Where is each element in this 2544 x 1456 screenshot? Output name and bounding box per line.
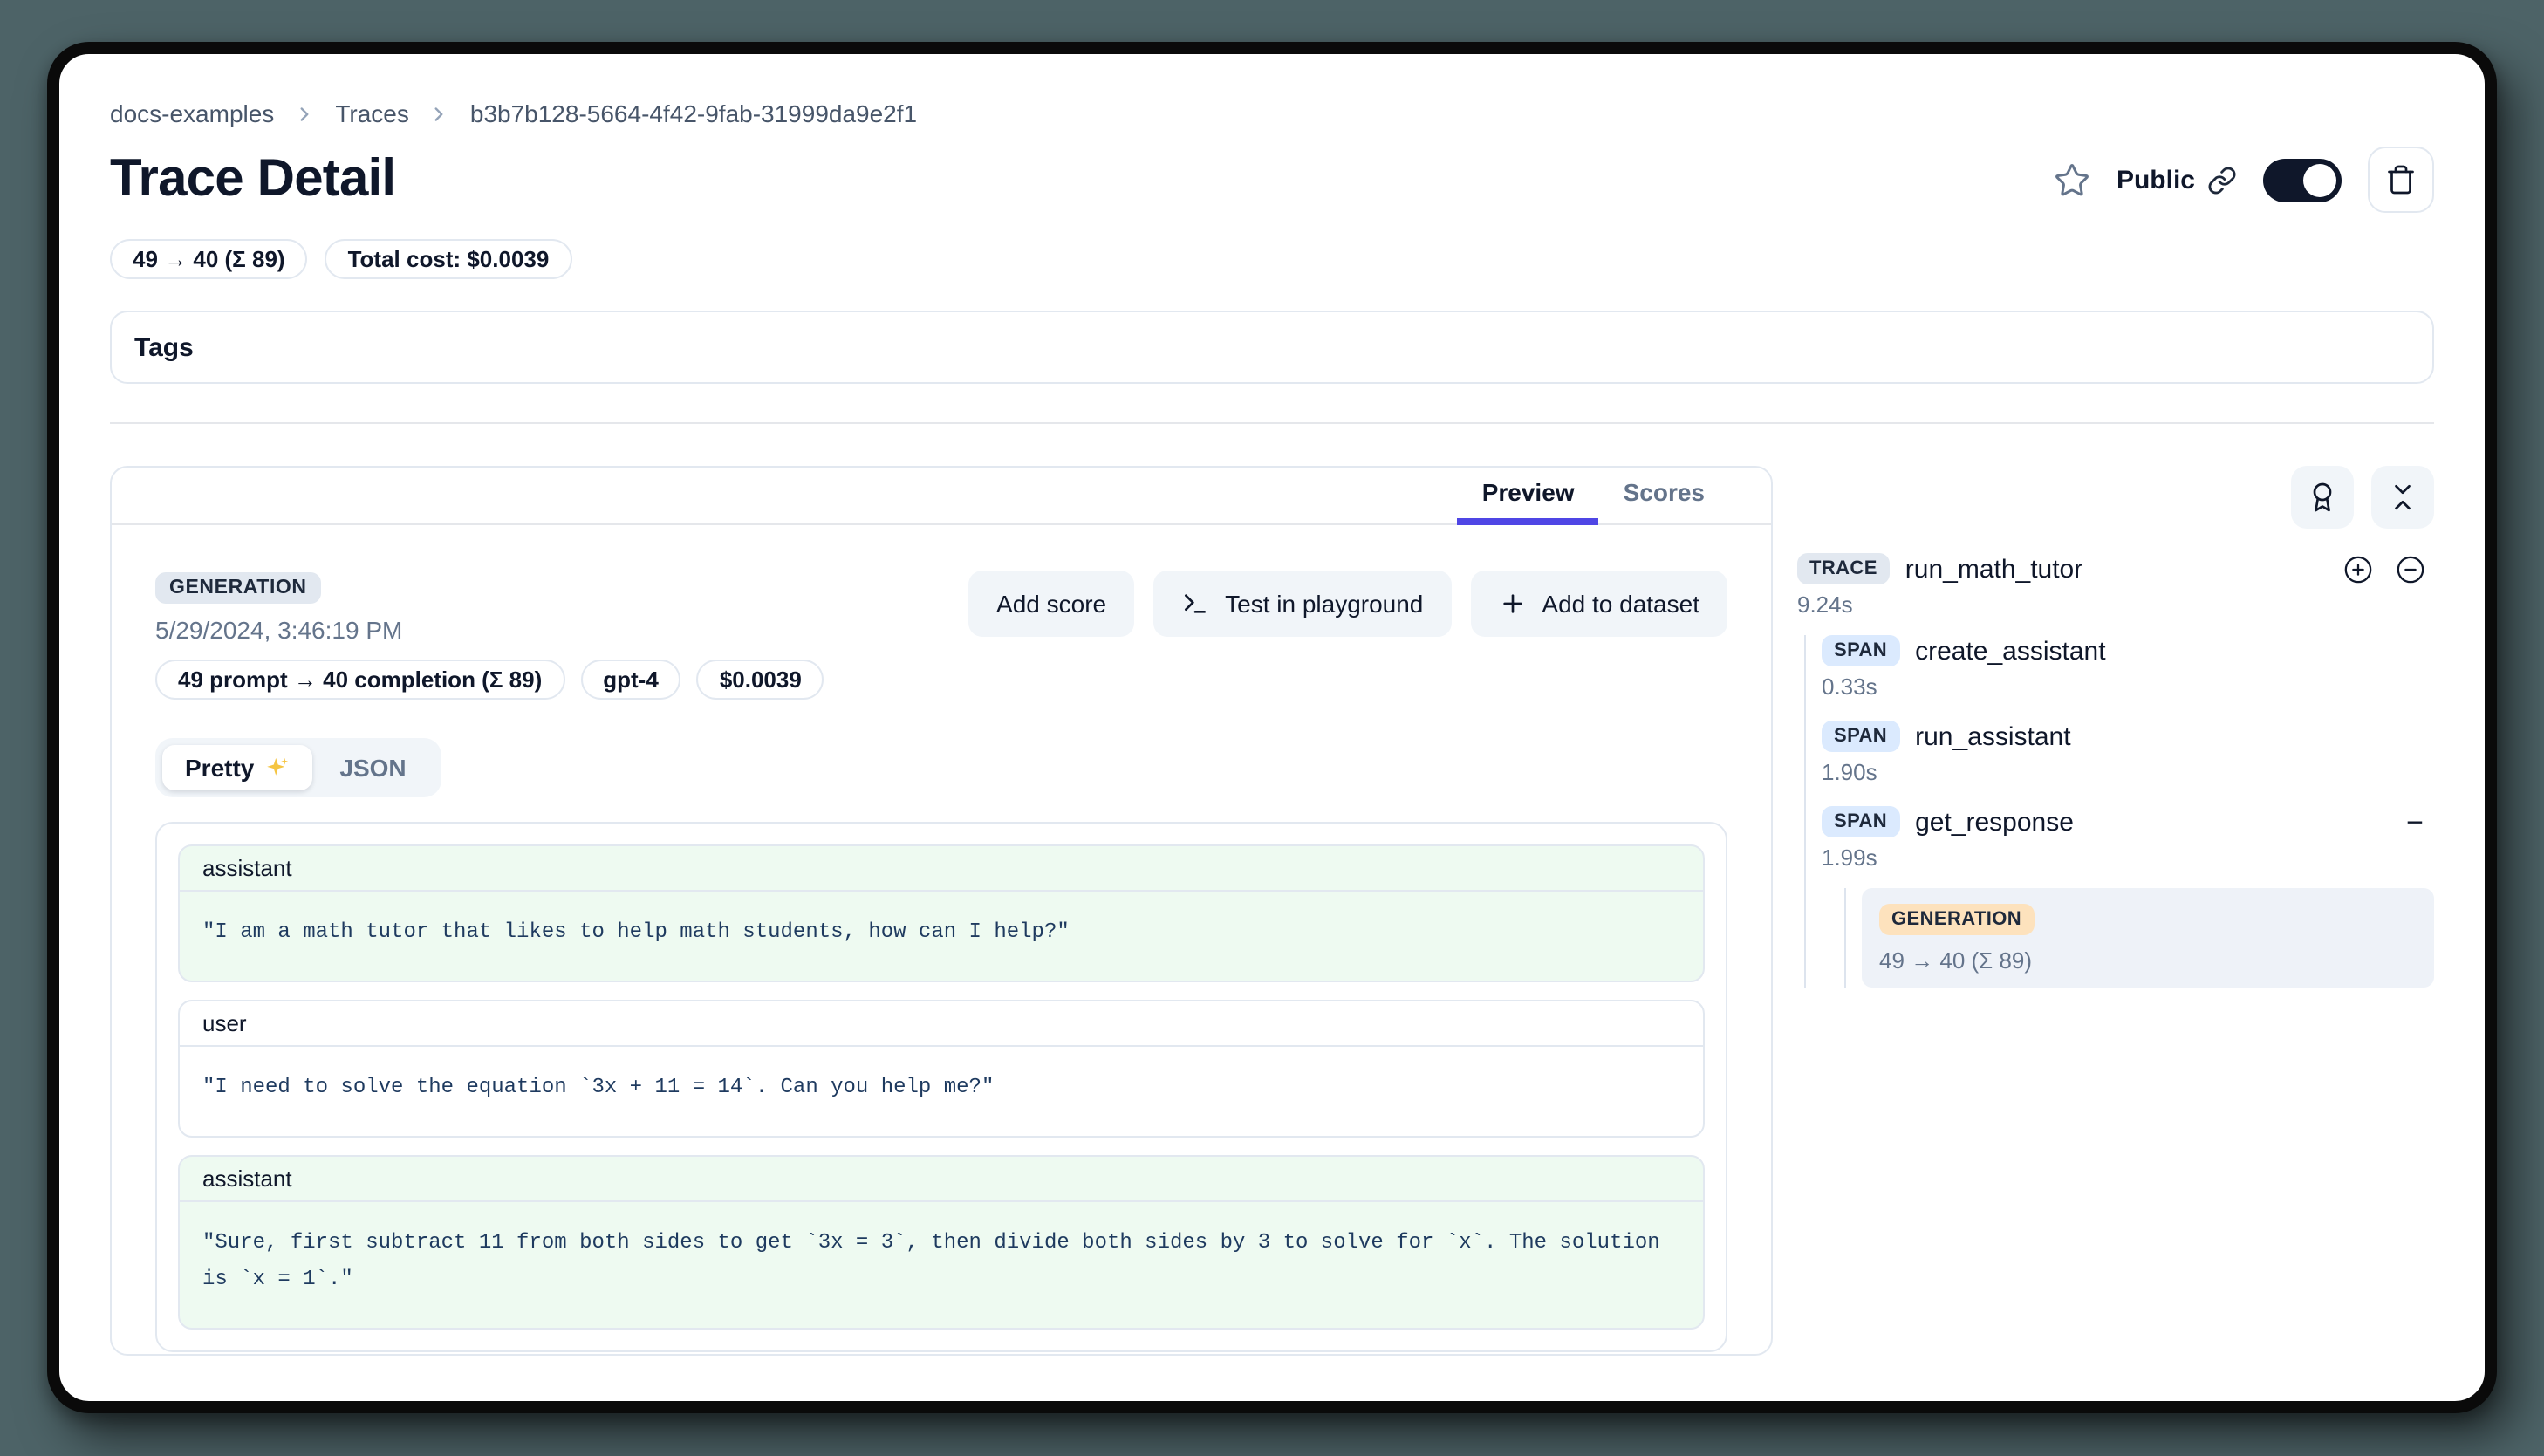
span-children: GENERATION 49 → 40 (Σ 89) [1844, 888, 2434, 988]
public-toggle[interactable] [2263, 158, 2342, 202]
span-name: get_response [1915, 807, 2074, 837]
summary-badges: 49 → 40 (Σ 89) Total cost: $0.0039 [110, 239, 2434, 279]
add-score-button[interactable]: Add score [968, 571, 1134, 637]
span-badge: SPAN [1822, 806, 1899, 837]
circle-minus-icon[interactable] [2396, 554, 2425, 584]
observation-type-badge: GENERATION [155, 572, 321, 604]
app-window: docs-examples Traces b3b7b128-5664-4f42-… [47, 42, 2497, 1413]
award-icon [2307, 482, 2338, 513]
sidebar-toolbar [1797, 466, 2434, 529]
generation-node-selected[interactable]: GENERATION 49 → 40 (Σ 89) [1862, 888, 2434, 988]
span-duration: 1.90s [1822, 759, 2434, 785]
add-to-dataset-button[interactable]: Add to dataset [1470, 571, 1727, 637]
trace-tree: TRACE run_math_tutor 9.24s [1797, 553, 2434, 988]
main-area: Preview Scores GENERATION 5/29/2024, 3:4… [110, 466, 2434, 1356]
delete-trace-button[interactable] [2368, 147, 2434, 213]
trace-children: SPAN create_assistant 0.33s SPAN run_ass… [1804, 635, 2434, 988]
tabs: Preview Scores [112, 468, 1771, 525]
token-usage-badge: 49 → 40 (Σ 89) [110, 239, 308, 279]
page-title: Trace Detail [110, 150, 395, 209]
breadcrumb-trace-id: b3b7b128-5664-4f42-9fab-31999da9e2f1 [470, 99, 917, 127]
chevron-right-icon [428, 102, 451, 125]
span-name: create_assistant [1915, 636, 2105, 666]
view-format-toggle: Pretty JSON [155, 738, 441, 797]
message-role: assistant [180, 846, 1703, 892]
span-node-run-assistant[interactable]: SPAN run_assistant 1.90s [1822, 721, 2434, 785]
circle-plus-icon[interactable] [2343, 554, 2373, 584]
star-icon[interactable] [2054, 161, 2090, 198]
scores-annotate-button[interactable] [2291, 466, 2354, 529]
span-duration: 0.33s [1822, 673, 2434, 700]
message-content: "Sure, first subtract 11 from both sides… [180, 1202, 1703, 1328]
public-label: Public [2117, 165, 2195, 195]
message-content: "I need to solve the equation `3x + 11 =… [180, 1047, 1703, 1136]
collapse-node-icon[interactable]: − [2406, 807, 2434, 837]
trace-tree-sidebar: TRACE run_math_tutor 9.24s [1797, 466, 2434, 988]
span-name: run_assistant [1915, 721, 2070, 751]
header-actions: Public [2054, 147, 2434, 213]
observation-timestamp: 5/29/2024, 3:46:19 PM [155, 616, 824, 644]
message-assistant: assistant "I am a math tutor that likes … [178, 844, 1705, 982]
collapse-all-button[interactable] [2371, 466, 2434, 529]
plus-icon [1498, 590, 1526, 618]
observation-meta: GENERATION 5/29/2024, 3:46:19 PM 49 prom… [155, 571, 824, 700]
trace-badge: TRACE [1797, 553, 1890, 584]
tab-preview[interactable]: Preview [1458, 468, 1599, 523]
public-link-group: Public [2117, 165, 2237, 195]
tags-label: Tags [134, 332, 194, 362]
message-role: assistant [180, 1157, 1703, 1202]
message-content: "I am a math tutor that likes to help ma… [180, 892, 1703, 981]
chevrons-collapse-icon [2387, 482, 2418, 513]
section-divider [110, 422, 2434, 424]
meta-row: GENERATION 5/29/2024, 3:46:19 PM 49 prom… [155, 571, 1727, 700]
trash-icon [2385, 164, 2417, 195]
span-duration: 1.99s [1822, 844, 2434, 871]
title-row: Trace Detail Public [110, 147, 2434, 213]
span-node-get-response[interactable]: SPAN get_response − 1.99s GENERATION 49 … [1822, 806, 2434, 988]
message-user: user "I need to solve the equation `3x +… [178, 1000, 1705, 1138]
generation-usage: 49 → 40 (Σ 89) [1879, 947, 2417, 974]
tab-scores[interactable]: Scores [1599, 468, 1729, 523]
breadcrumb: docs-examples Traces b3b7b128-5664-4f42-… [110, 99, 2434, 127]
generation-badge: GENERATION [1879, 904, 2034, 935]
test-in-playground-button[interactable]: Test in playground [1153, 571, 1451, 637]
sparkles-icon [264, 755, 289, 780]
breadcrumb-project[interactable]: docs-examples [110, 99, 274, 127]
tags-box[interactable]: Tags [110, 311, 2434, 384]
trace-duration: 9.24s [1797, 591, 2434, 618]
observation-card: Preview Scores GENERATION 5/29/2024, 3:4… [110, 466, 1773, 1356]
cost-badge: $0.0039 [697, 660, 824, 700]
total-cost-badge: Total cost: $0.0039 [325, 239, 572, 279]
message-role: user [180, 1001, 1703, 1047]
span-badge: SPAN [1822, 721, 1899, 752]
span-node-create-assistant[interactable]: SPAN create_assistant 0.33s [1822, 635, 2434, 700]
model-badge[interactable]: gpt-4 [580, 660, 681, 700]
action-buttons: Add score Test in playground [968, 571, 1727, 637]
breadcrumb-traces[interactable]: Traces [335, 99, 409, 127]
tree-actions [2343, 554, 2434, 584]
toggle-knob [2303, 163, 2336, 196]
message-assistant: assistant "Sure, first subtract 11 from … [178, 1155, 1705, 1330]
card-body: GENERATION 5/29/2024, 3:46:19 PM 49 prom… [112, 525, 1771, 1352]
terminal-icon [1181, 590, 1209, 618]
span-badge: SPAN [1822, 635, 1899, 666]
trace-name: run_math_tutor [1905, 554, 2082, 584]
pretty-toggle[interactable]: Pretty [162, 745, 311, 790]
observation-badges: 49 prompt → 40 completion (Σ 89) gpt-4 $… [155, 660, 824, 700]
link-icon[interactable] [2207, 165, 2237, 195]
json-toggle[interactable]: JSON [311, 745, 434, 790]
chevron-right-icon [293, 102, 316, 125]
messages-container: assistant "I am a math tutor that likes … [155, 822, 1727, 1352]
trace-node[interactable]: TRACE run_math_tutor [1797, 553, 2434, 584]
desktop: docs-examples Traces b3b7b128-5664-4f42-… [0, 0, 2544, 1456]
usage-badge: 49 prompt → 40 completion (Σ 89) [155, 660, 564, 700]
